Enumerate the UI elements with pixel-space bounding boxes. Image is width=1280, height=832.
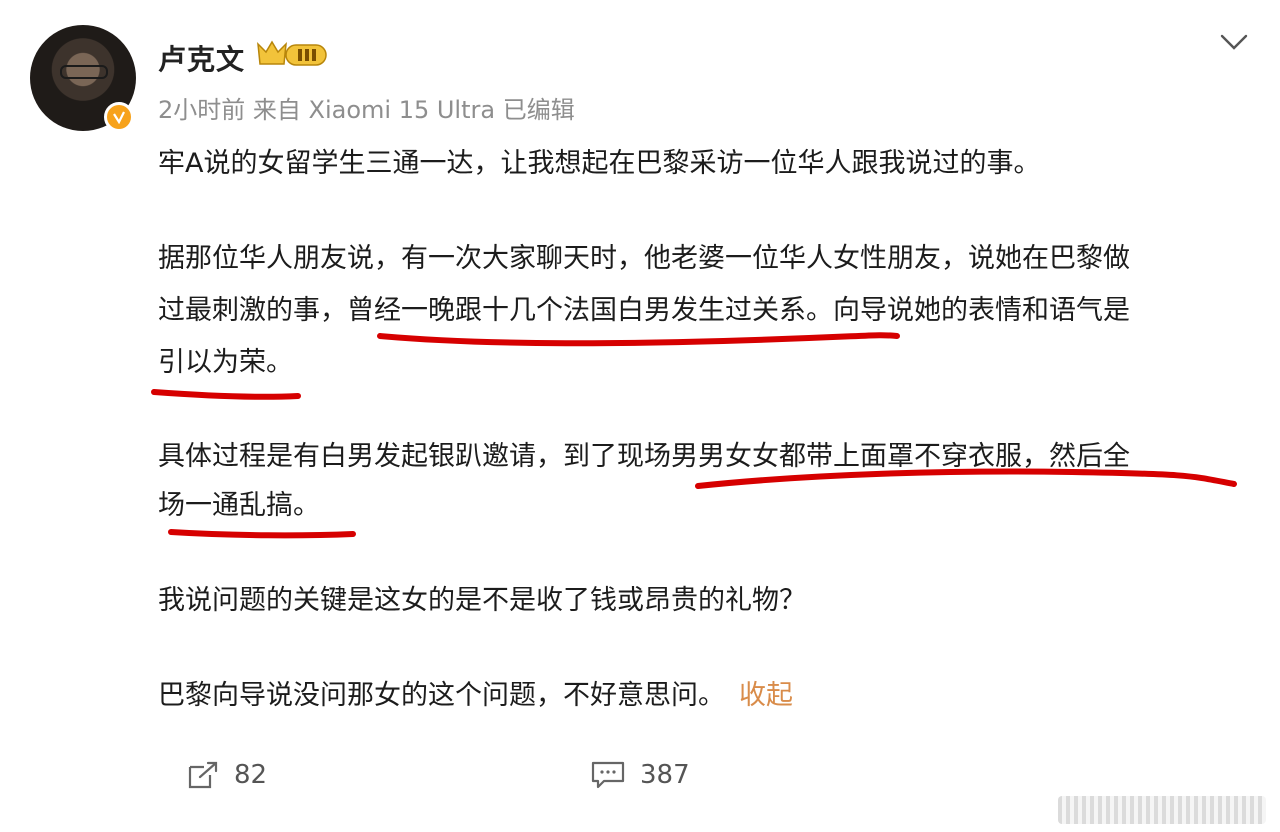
post-paragraph-2-line-3: 引以为荣。 xyxy=(158,347,293,378)
comment-button[interactable]: 387 xyxy=(590,755,690,795)
comment-icon xyxy=(591,761,625,789)
watermark xyxy=(1058,796,1266,824)
post-paragraph-3-line-2: 场一通乱搞。 xyxy=(158,490,320,521)
post-paragraph-2-line-1: 据那位华人朋友说，有一次大家聊天时，他老婆一位华人女性朋友，说她在巴黎做 xyxy=(158,243,1130,274)
comment-count: 387 xyxy=(640,760,690,790)
post-paragraph-3-line-1: 具体过程是有白男发起银趴邀请，到了现场男男女女都带上面罩不穿衣服，然后全 xyxy=(158,441,1130,472)
post-paragraph-4: 我说问题的关键是这女的是不是收了钱或昂贵的礼物？ xyxy=(158,585,806,616)
repost-icon xyxy=(188,761,218,789)
post-paragraph-2-line-2: 过最刺激的事，曾经一晚跟十几个法国白男发生过关系。向导说她的表情和语气是 xyxy=(158,295,1130,326)
verified-badge-icon xyxy=(104,102,134,132)
post-meta: 2小时前 来自 Xiaomi 15 Ultra 已编辑 xyxy=(158,96,575,124)
chevron-down-icon[interactable] xyxy=(1218,30,1250,56)
repost-count: 82 xyxy=(234,760,268,790)
avatar-glasses xyxy=(60,65,108,79)
post-paragraph-1: 牢A说的女留学生三通一达，让我想起在巴黎采访一位华人跟我说过的事。 xyxy=(158,148,1041,179)
author-name[interactable]: 卢克文 xyxy=(158,38,245,78)
post-paragraph-5: 巴黎向导说没问那女的这个问题，不好意思问。 收起 xyxy=(158,670,793,722)
crown-level-badge-icon[interactable] xyxy=(256,38,330,70)
post-paragraph-5-text: 巴黎向导说没问那女的这个问题，不好意思问。 xyxy=(158,680,725,711)
collapse-link[interactable]: 收起 xyxy=(739,680,793,711)
repost-button[interactable]: 82 xyxy=(186,755,267,795)
